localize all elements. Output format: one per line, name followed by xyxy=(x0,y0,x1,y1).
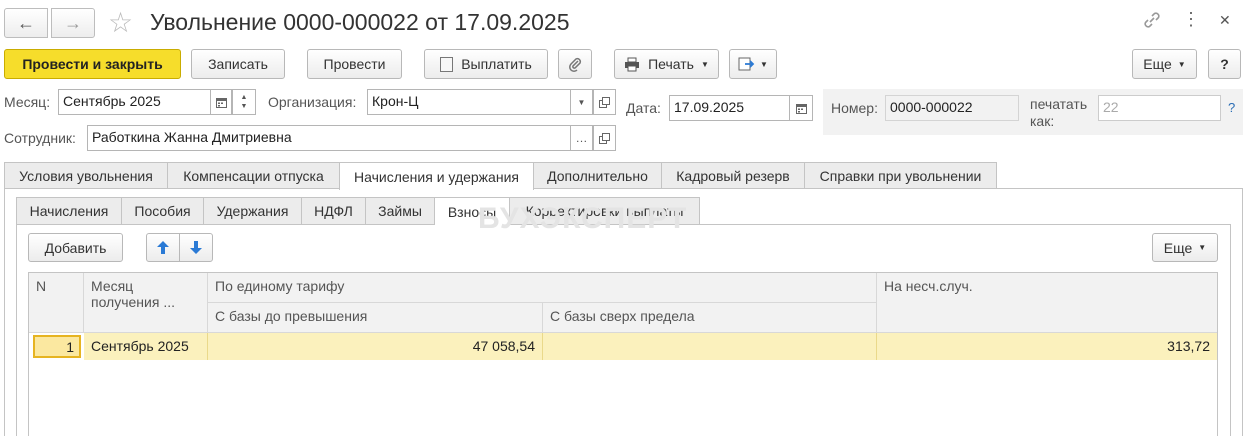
chevron-down-icon: ▼ xyxy=(760,59,768,69)
cell-n[interactable]: 1 xyxy=(33,335,81,358)
subtab-ndfl[interactable]: НДФЛ xyxy=(301,197,366,224)
column-header-n[interactable]: N xyxy=(29,273,84,333)
tab-additional[interactable]: Дополнительно xyxy=(533,162,662,188)
employee-open-icon[interactable] xyxy=(593,125,616,151)
calendar-icon[interactable] xyxy=(210,89,232,115)
cell-base-over[interactable] xyxy=(543,333,877,360)
subtab-accruals[interactable]: Начисления xyxy=(16,197,122,224)
organization-dropdown-icon[interactable]: ▼ xyxy=(570,89,593,115)
tab-vacation-compensation[interactable]: Компенсации отпуска xyxy=(167,162,340,188)
pay-doc-icon xyxy=(440,56,454,72)
help-button[interactable]: ? xyxy=(1208,49,1241,79)
pay-button[interactable]: Выплатить xyxy=(424,49,548,79)
link-icon[interactable] xyxy=(1142,10,1162,35)
number-field[interactable]: 0000-000022 xyxy=(885,95,1019,121)
date-field[interactable]: 17.09.2025 xyxy=(669,95,790,121)
calendar-icon[interactable] xyxy=(789,95,813,121)
organization-label: Организация: xyxy=(268,94,357,110)
create-document-icon xyxy=(738,57,755,71)
close-icon[interactable]: ✕ xyxy=(1219,12,1231,29)
print-as-label-line2: как: xyxy=(1030,113,1055,129)
arrow-right-icon: → xyxy=(64,12,82,33)
print-button[interactable]: Печать ▼ xyxy=(614,49,719,79)
attach-button[interactable] xyxy=(558,49,592,79)
more-button-label: Еще xyxy=(1143,56,1172,72)
month-spinner[interactable]: ▲ ▼ xyxy=(232,89,256,115)
grid-more-button[interactable]: Еще ▼ xyxy=(1152,233,1218,262)
chevron-down-icon: ▼ xyxy=(1198,243,1207,252)
chevron-down-icon: ▼ xyxy=(1177,59,1186,69)
print-as-label-line1: печатать xyxy=(1030,96,1088,112)
post-and-close-button[interactable]: Провести и закрыть xyxy=(4,49,181,79)
spin-up-icon: ▲ xyxy=(240,94,248,101)
watermark-logo: БУХЭКСПЕРТ xyxy=(478,202,687,236)
back-button[interactable]: ← xyxy=(4,8,48,38)
arrow-up-icon xyxy=(157,241,169,254)
watermark-text: БУХЭКСПЕРТ xyxy=(478,202,688,235)
print-as-label: печатать как: xyxy=(1030,96,1087,130)
column-header-single-tariff[interactable]: По единому тарифу xyxy=(208,273,877,303)
cell-month[interactable]: Сентябрь 2025 xyxy=(84,333,208,360)
chevron-down-icon: ▼ xyxy=(700,59,709,69)
subtab-benefits[interactable]: Пособия xyxy=(121,197,204,224)
column-header-base-before[interactable]: С базы до превышения xyxy=(208,303,543,333)
tab-dismissal-certificates[interactable]: Справки при увольнении xyxy=(804,162,997,188)
arrow-down-icon xyxy=(190,241,202,254)
tab-personnel-reserve[interactable]: Кадровый резерв xyxy=(661,162,805,188)
column-header-month[interactable]: Месяц получения ... xyxy=(84,273,208,333)
paperclip-icon xyxy=(569,57,582,72)
move-down-button[interactable] xyxy=(179,233,213,262)
column-header-accident[interactable]: На несч.случ. xyxy=(877,273,1217,333)
create-based-on-button[interactable]: ▼ xyxy=(729,49,777,79)
date-label: Дата: xyxy=(626,100,661,116)
subtab-loans[interactable]: Займы xyxy=(365,197,435,224)
cell-base-before[interactable]: 47 058,54 xyxy=(208,333,543,360)
page-title: Увольнение 0000-000022 от 17.09.2025 xyxy=(150,9,570,35)
organization-field[interactable]: Крон-Ц xyxy=(367,89,571,115)
save-button[interactable]: Записать xyxy=(191,49,285,79)
spin-down-icon: ▼ xyxy=(240,103,248,110)
tab-accruals-deductions[interactable]: Начисления и удержания xyxy=(339,162,534,190)
print-button-label: Печать xyxy=(648,56,694,72)
subtab-deductions[interactable]: Удержания xyxy=(203,197,302,224)
employee-select-icon[interactable]: … xyxy=(570,125,593,151)
more-actions-icon[interactable]: ⋮ xyxy=(1182,9,1200,30)
organization-open-icon[interactable] xyxy=(593,89,616,115)
favorite-star-icon[interactable]: ☆ xyxy=(108,6,133,39)
cell-accident[interactable]: 313,72 xyxy=(877,333,1217,360)
post-button[interactable]: Провести xyxy=(307,49,402,79)
help-question-icon[interactable]: ? xyxy=(1228,100,1235,115)
move-up-button[interactable] xyxy=(146,233,180,262)
pay-button-label: Выплатить xyxy=(461,56,532,72)
employee-field[interactable]: Работкина Жанна Дмитриевна xyxy=(87,125,571,151)
print-as-field[interactable]: 22 xyxy=(1098,95,1221,121)
arrow-left-icon: ← xyxy=(17,12,35,33)
more-button[interactable]: Еще ▼ xyxy=(1132,49,1197,79)
forward-button[interactable]: → xyxy=(51,8,95,38)
number-label: Номер: xyxy=(831,100,878,116)
grid-more-label: Еще xyxy=(1163,239,1193,256)
employee-label: Сотрудник: xyxy=(4,130,76,146)
month-field[interactable]: Сентябрь 2025 xyxy=(58,89,211,115)
add-button[interactable]: Добавить xyxy=(28,233,123,262)
month-label: Месяц: xyxy=(4,94,51,110)
printer-icon xyxy=(625,57,640,71)
tab-dismissal-conditions[interactable]: Условия увольнения xyxy=(4,162,168,188)
column-header-base-over[interactable]: С базы сверх предела xyxy=(543,303,877,333)
